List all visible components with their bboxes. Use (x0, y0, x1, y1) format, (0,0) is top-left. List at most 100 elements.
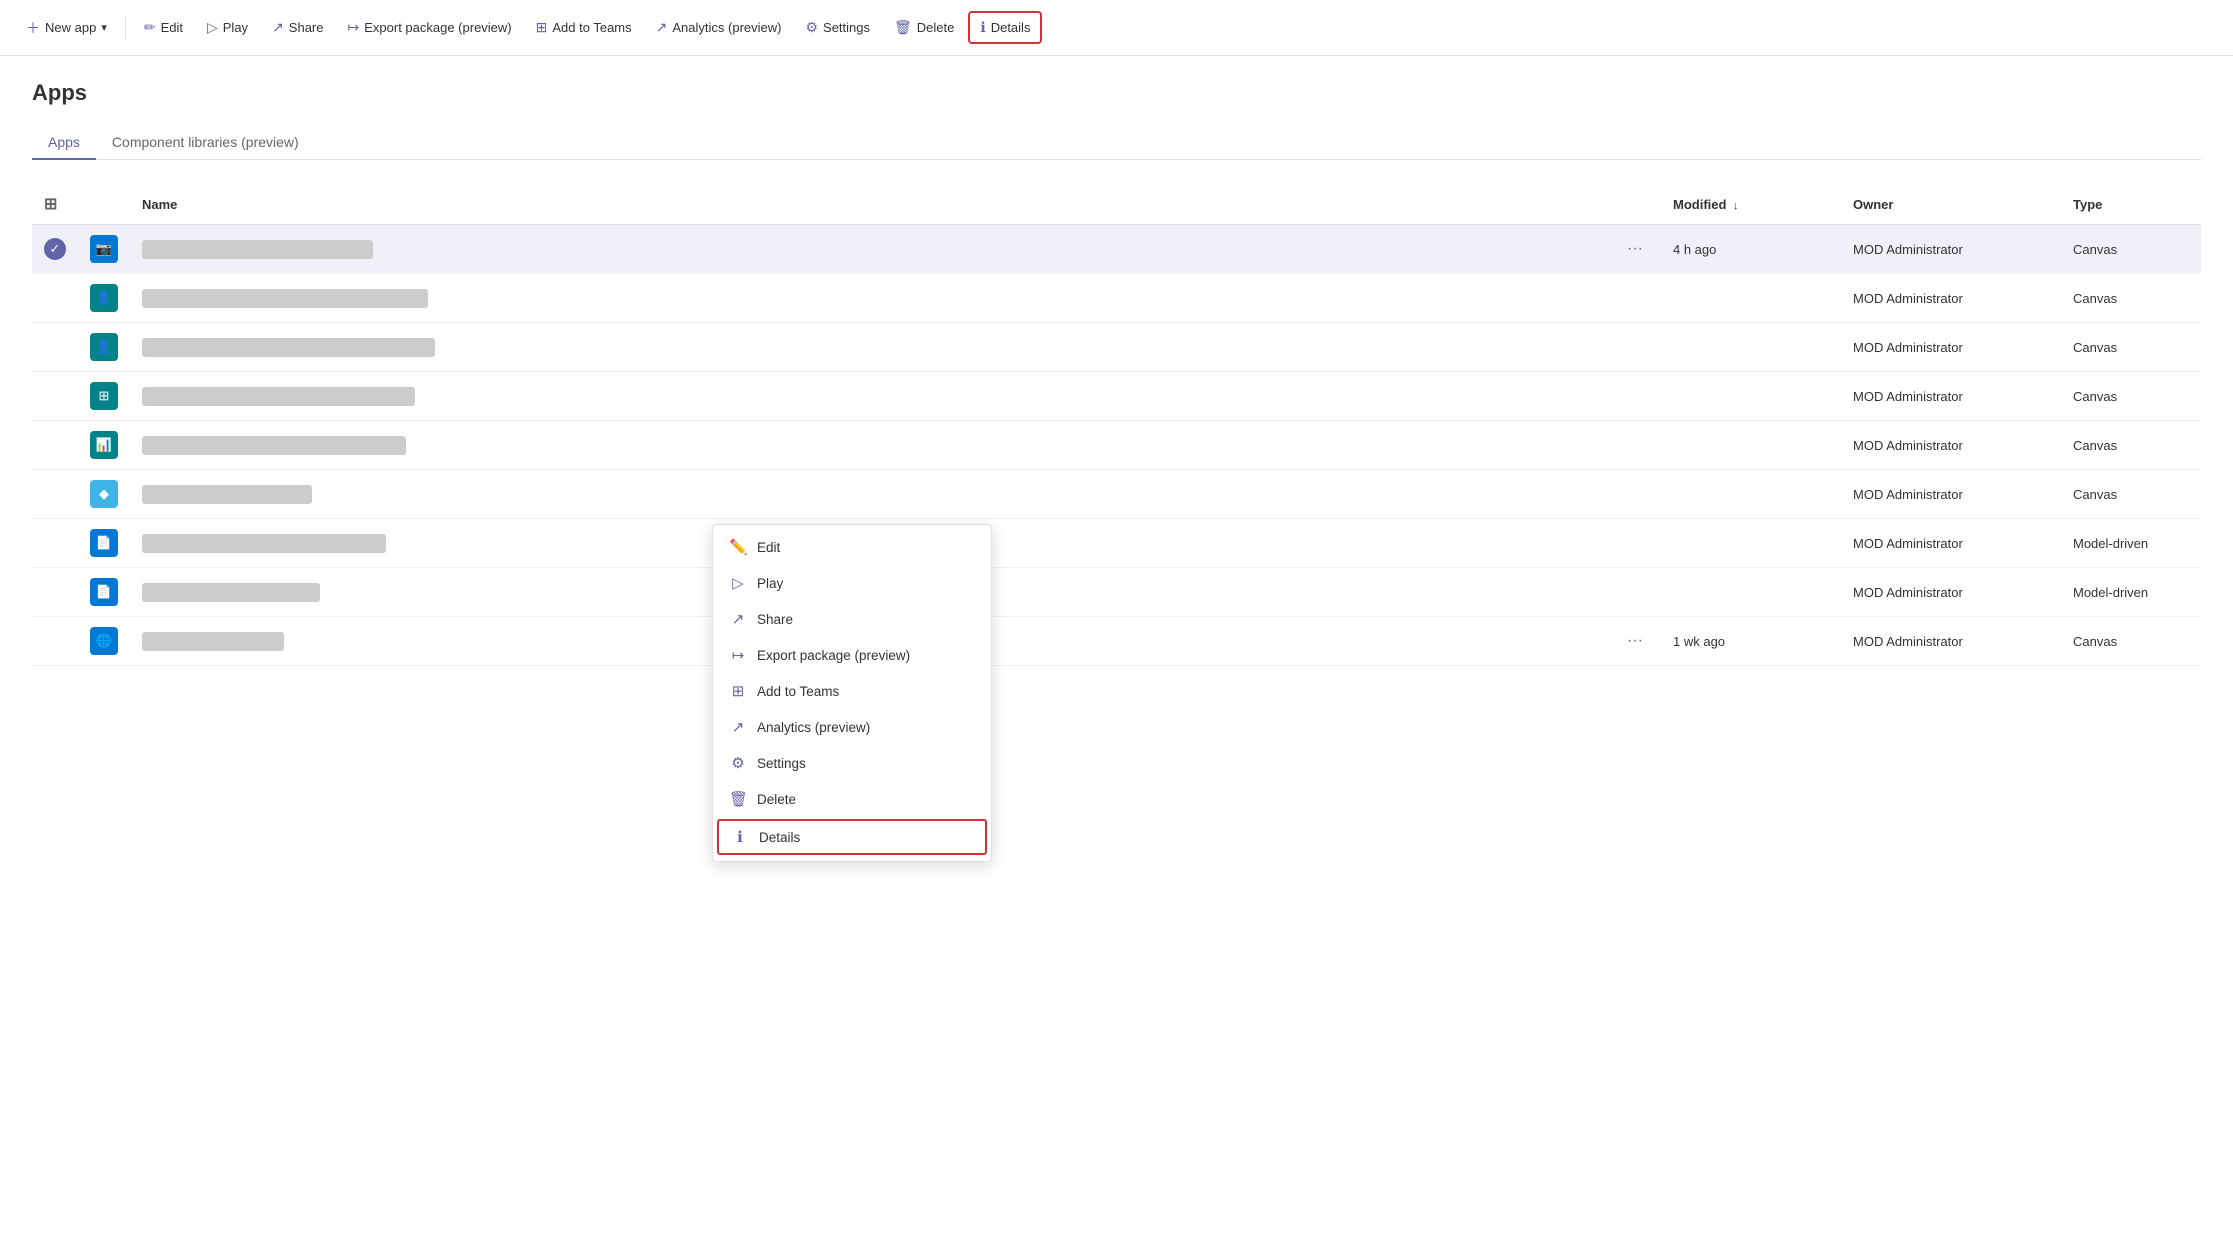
table-row[interactable]: 👤Emergency Response App - Discharge plan… (32, 323, 2201, 372)
context-menu-item-add-to-teams[interactable]: ⊞ Add to Teams (713, 673, 991, 709)
context-menu-label-play: Play (757, 576, 975, 591)
row-modified (1661, 372, 1841, 421)
tab-bar: Apps Component libraries (preview) (32, 126, 2201, 160)
row-modified (1661, 421, 1841, 470)
app-icon-box: 📷 (90, 235, 118, 263)
table-row[interactable]: ⊞Emergency Response App - COVID-19 stats… (32, 372, 2201, 421)
context-menu-label-settings: Settings (757, 756, 975, 771)
blurred-app-name: Admin App - Emergency Response App (142, 534, 386, 553)
table-container: ⊞ Name Modified ↓ Owner Type ✓ 📷 Emergency… (32, 184, 2201, 666)
row-more[interactable] (1609, 323, 1661, 372)
row-name: Emergency Response App - COVID-19 stats (130, 372, 1609, 421)
row-check[interactable] (32, 617, 78, 666)
context-menu-label-share: Share (757, 612, 975, 627)
settings-icon: ⚙ (729, 754, 747, 772)
row-check[interactable] (32, 421, 78, 470)
row-app-icon: ◆ (78, 470, 130, 519)
context-menu-item-details[interactable]: ℹDetails (717, 819, 987, 855)
delete-button[interactable]: 🗑 Delete (884, 13, 964, 42)
settings-button[interactable]: ⚙ Settings (795, 13, 880, 42)
tab-component-libraries[interactable]: Component libraries (preview) (96, 126, 315, 160)
table-row[interactable]: 📊 Emergency Response App - Staffing needs… (32, 421, 2201, 470)
row-check[interactable] (32, 323, 78, 372)
teams-icon: ⊞ (536, 19, 548, 36)
share-icon: ↗ (729, 610, 747, 628)
row-app-icon: 📷 (78, 225, 130, 274)
row-check[interactable] (32, 274, 78, 323)
edit-icon: ✏️ (729, 538, 747, 556)
row-check[interactable] (32, 470, 78, 519)
row-more[interactable] (1609, 519, 1661, 568)
new-app-button[interactable]: ＋ New app ▾ (16, 12, 117, 44)
row-modified (1661, 568, 1841, 617)
analytics-icon: ↗ (656, 19, 668, 36)
add-to-teams-button[interactable]: ⊞ Add to Teams (526, 13, 642, 42)
row-owner: MOD Administrator (1841, 568, 2061, 617)
row-type: Model-driven (2061, 568, 2201, 617)
context-menu-item-share[interactable]: ↗ Share (713, 601, 991, 637)
col-header-name[interactable]: Name (130, 184, 1609, 225)
analytics-button[interactable]: ↗ Analytics (preview) (646, 13, 792, 42)
context-menu-label-add-to-teams: Add to Teams (757, 684, 975, 699)
row-more[interactable] (1609, 470, 1661, 519)
export-button[interactable]: ↦ Export package (preview) (338, 13, 522, 42)
row-more[interactable] (1609, 568, 1661, 617)
settings-icon: ⚙ (805, 19, 818, 36)
context-menu-item-settings[interactable]: ⚙ Settings (713, 745, 991, 781)
app-icon-box: 👤 (90, 284, 118, 312)
table-row[interactable]: 👤Emergency Response App - Staff - assign… (32, 274, 2201, 323)
context-menu-item-export[interactable]: ↦Export package (preview) (713, 637, 991, 673)
export-icon: ↦ (729, 646, 747, 664)
row-check[interactable] (32, 519, 78, 568)
page-title: Apps (32, 80, 2201, 106)
blurred-app-name: Emergency Response App - COVID-19 stats (142, 387, 415, 406)
add-to-teams-icon: ⊞ (729, 682, 747, 700)
row-check[interactable]: ✓ (32, 225, 78, 274)
details-button[interactable]: ℹ Details (968, 11, 1042, 44)
row-type: Model-driven (2061, 519, 2201, 568)
row-owner: MOD Administrator (1841, 323, 2061, 372)
tab-apps[interactable]: Apps (32, 126, 96, 160)
play-icon: ▷ (729, 574, 747, 592)
col-header-type[interactable]: Type (2061, 184, 2201, 225)
row-more[interactable] (1609, 372, 1661, 421)
table-row[interactable]: ◆ Emergency Response App MOD Administrator… (32, 470, 2201, 519)
context-menu-item-play[interactable]: ▷ Play (713, 565, 991, 601)
sort-arrow: ↓ (1733, 200, 1739, 212)
blurred-app-name: Emergency Response App - Supplies (142, 240, 373, 259)
table-row[interactable]: ✓ 📷 Emergency Response App - Supplies ··· 4 … (32, 225, 2201, 274)
blurred-app-name: Emergency Response App - Staffing needs (142, 436, 406, 455)
more-options-button[interactable]: ··· (1621, 630, 1649, 652)
table-row[interactable]: 📄Admin App - Emergency Response AppMOD A… (32, 519, 2201, 568)
row-type: Canvas (2061, 225, 2201, 274)
col-header-check: ⊞ (32, 184, 78, 225)
row-modified: 4 h ago (1661, 225, 1841, 274)
col-header-modified[interactable]: Modified ↓ (1661, 184, 1841, 225)
table-row[interactable]: 🌐Crisis Communication···1 wk agoMOD Admi… (32, 617, 2201, 666)
edit-button[interactable]: ✏ Edit (134, 13, 193, 42)
row-owner: MOD Administrator (1841, 519, 2061, 568)
row-check[interactable] (32, 568, 78, 617)
row-modified (1661, 519, 1841, 568)
context-menu-item-delete[interactable]: 🗑Delete (713, 781, 991, 817)
table-row[interactable]: 📄Portal Management solutionMOD Administr… (32, 568, 2201, 617)
app-icon-box: 📊 (90, 431, 118, 459)
row-more[interactable]: ··· (1609, 225, 1661, 274)
play-button[interactable]: ▷ Play (197, 13, 258, 42)
row-more[interactable] (1609, 421, 1661, 470)
analytics-icon: ↗ (729, 718, 747, 736)
more-options-button[interactable]: ··· (1621, 238, 1649, 260)
row-app-icon: 🌐 (78, 617, 130, 666)
share-button[interactable]: ↗ Share (262, 13, 333, 42)
context-menu-item-edit[interactable]: ✏️Edit (713, 529, 991, 565)
app-icon-box: ◆ (90, 480, 118, 508)
row-modified (1661, 470, 1841, 519)
row-more[interactable] (1609, 274, 1661, 323)
row-name: Emergency Response App (130, 470, 1609, 519)
row-app-icon: 👤 (78, 323, 130, 372)
col-header-owner[interactable]: Owner (1841, 184, 2061, 225)
row-more[interactable]: ··· (1609, 617, 1661, 666)
row-owner: MOD Administrator (1841, 470, 2061, 519)
row-check[interactable] (32, 372, 78, 421)
context-menu-item-analytics[interactable]: ↗Analytics (preview) (713, 709, 991, 745)
